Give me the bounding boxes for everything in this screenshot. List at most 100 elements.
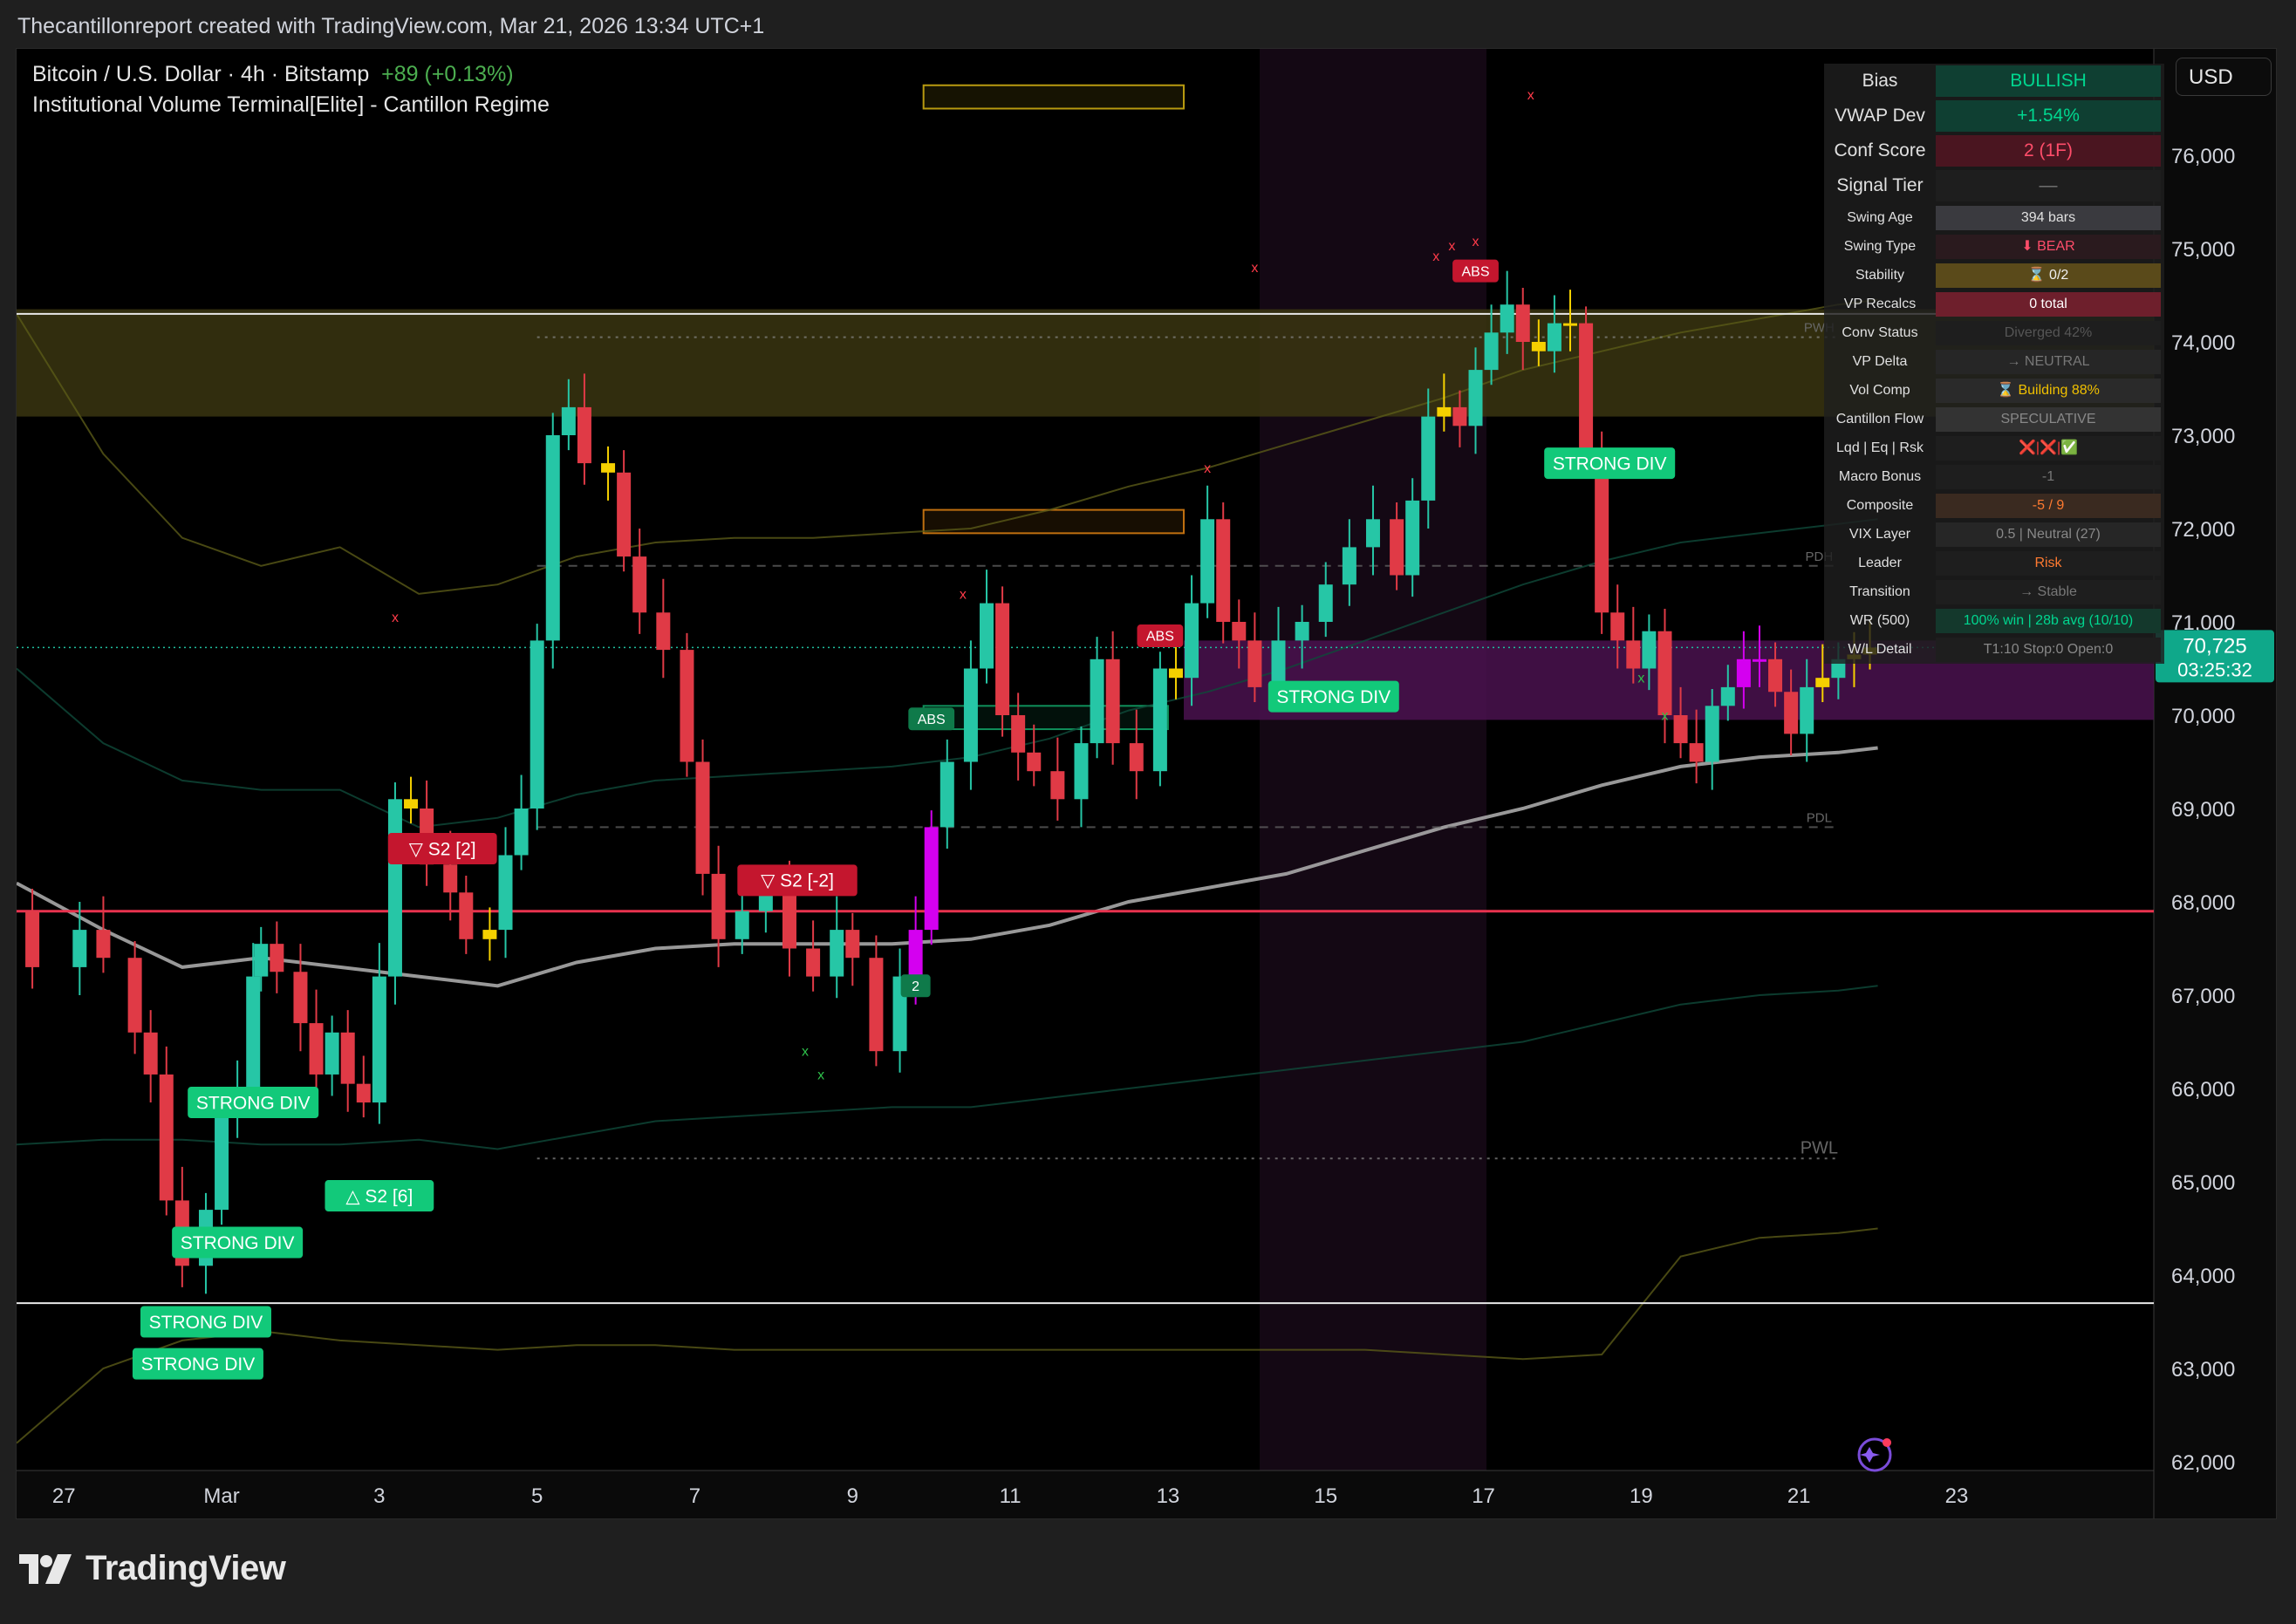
candle-body xyxy=(1626,640,1641,669)
stats-value: +1.54% xyxy=(1936,100,2161,132)
stats-row: Lqd | Eq | Rsk ❌|❌|✅ xyxy=(1824,433,2164,462)
candle-body xyxy=(1365,519,1380,548)
candle-body xyxy=(514,809,529,856)
stats-label: Transition xyxy=(1849,583,1910,599)
candle-body xyxy=(1720,686,1735,706)
candle-body xyxy=(270,944,284,972)
candle-body xyxy=(963,668,978,762)
candle-body xyxy=(215,1116,229,1211)
candle-body xyxy=(924,827,939,931)
stats-label: VWAP Dev xyxy=(1835,106,1925,126)
currency-selector[interactable]: USD xyxy=(2176,58,2272,96)
candle-body xyxy=(806,948,821,977)
candle-body xyxy=(845,930,860,959)
x-tick-label: 7 xyxy=(689,1484,700,1508)
signal-label-text: 2 xyxy=(912,979,919,994)
candle-body xyxy=(1050,771,1065,800)
stats-row: VP Recalcs 0 total xyxy=(1824,290,2164,318)
candle-body xyxy=(1500,304,1514,333)
stats-label: Composite xyxy=(1846,497,1914,513)
signal-label: ▽ S2 [-2] xyxy=(737,864,858,897)
candle-body xyxy=(1295,622,1309,641)
candle-body xyxy=(1657,631,1672,715)
session-highlight xyxy=(1260,49,1486,1470)
stats-value: ⌛ Building 88% xyxy=(1936,378,2161,403)
stats-row: Bias BULLISH xyxy=(1824,64,2164,99)
stats-row: Leader Risk xyxy=(1824,549,2164,577)
stats-value: → Stable xyxy=(1936,579,2161,604)
signal-label: STRONG DIV xyxy=(140,1306,271,1338)
stats-label: Conf Score xyxy=(1834,140,1926,160)
stats-label: Stability xyxy=(1855,267,1905,283)
signal-label-text: ▽ S2 [2] xyxy=(409,839,476,859)
x-tick-label: 13 xyxy=(1157,1484,1180,1508)
price-change: +89 (+0.13%) xyxy=(381,62,514,86)
stats-value: -5 / 9 xyxy=(1936,493,2161,518)
brand-name: TradingView xyxy=(85,1549,286,1587)
candle-body xyxy=(246,976,261,1088)
candle-body xyxy=(830,930,844,977)
y-tick-label: 66,000 xyxy=(2171,1078,2235,1102)
chart-pane[interactable]: PWH PDH PDL PWL xxxxxxxxxxxx STRONG DIV STRO… xyxy=(16,48,2277,1519)
x-tick-label: 3 xyxy=(373,1484,385,1508)
signal-label: ABS xyxy=(908,707,955,731)
sparkle-icon[interactable] xyxy=(1857,1437,1892,1472)
stats-row: VIX Layer 0.5 | Neutral (27) xyxy=(1824,520,2164,549)
candle-body xyxy=(1200,519,1215,604)
stats-label: Signal Tier xyxy=(1836,175,1924,195)
indicator-title[interactable]: Institutional Volume Terminal[Elite] - C… xyxy=(32,90,550,120)
x-tick-label: 17 xyxy=(1472,1484,1495,1508)
signal-label: STRONG DIV xyxy=(172,1226,304,1259)
candle-body xyxy=(695,761,710,874)
signal-label: STRONG DIV xyxy=(188,1087,319,1119)
candle-body xyxy=(1768,658,1783,693)
stats-value: ⬇ BEAR xyxy=(1936,234,2161,259)
candle-body xyxy=(498,855,513,931)
y-tick-label: 70,000 xyxy=(2171,705,2235,728)
candle-body xyxy=(443,864,458,893)
stats-label: Swing Type xyxy=(1843,238,1917,254)
stats-value: -1 xyxy=(1936,464,2161,489)
candle-body xyxy=(372,976,386,1103)
box-zone xyxy=(922,84,1186,110)
stats-label: VP Recalcs xyxy=(1843,296,1917,311)
x-tick-label: 27 xyxy=(52,1484,76,1508)
candle-body xyxy=(1129,743,1144,772)
candle-body xyxy=(293,972,308,1024)
candle-body xyxy=(1515,304,1530,342)
signal-label-text: ▽ S2 [-2] xyxy=(761,871,834,891)
symbol-line[interactable]: Bitcoin / U.S. Dollar · 4h · Bitstamp +8… xyxy=(32,59,550,90)
candle-body xyxy=(1390,519,1404,576)
x-tick-label: 5 xyxy=(531,1484,543,1508)
candle-body xyxy=(1673,715,1688,744)
stats-row: VP Delta → NEUTRAL xyxy=(1824,347,2164,376)
candle-body xyxy=(404,799,419,809)
y-tick-label: 65,000 xyxy=(2171,1171,2235,1195)
candle-body xyxy=(1800,686,1814,734)
candle-body xyxy=(1185,603,1199,679)
stats-label: VP Delta xyxy=(1852,353,1908,369)
stats-row: Stability ⌛ 0/2 xyxy=(1824,261,2164,290)
candle-body xyxy=(656,612,671,651)
stats-value: T1:10 Stop:0 Open:0 xyxy=(1936,637,2161,662)
signal-marker: x xyxy=(1527,88,1534,103)
candle-body xyxy=(1271,640,1286,687)
stats-label: Conv Status xyxy=(1842,324,1918,340)
tradingview-brand[interactable]: TradingView xyxy=(19,1549,286,1588)
stats-label: W/L Detail xyxy=(1848,641,1912,657)
signal-label: ▽ S2 [2] xyxy=(387,833,497,865)
stats-label: Leader xyxy=(1858,555,1902,570)
candle-body xyxy=(1562,323,1577,326)
candle-body xyxy=(979,603,994,669)
candle-body xyxy=(1105,658,1120,744)
symbol-title[interactable]: Bitcoin / U.S. Dollar · 4h · Bitstamp xyxy=(32,62,369,86)
signal-label-text: STRONG DIV xyxy=(1553,454,1667,474)
signal-marker: x xyxy=(1432,249,1439,264)
candle-body xyxy=(1689,743,1704,762)
stats-row: VWAP Dev +1.54% xyxy=(1824,99,2164,133)
y-tick-label: 72,000 xyxy=(2171,518,2235,542)
stats-value: SPECULATIVE xyxy=(1936,406,2161,432)
current-price: 70,725 xyxy=(2183,634,2246,658)
signal-marker: x xyxy=(1473,235,1479,249)
stats-label: Cantillon Flow xyxy=(1835,411,1924,426)
